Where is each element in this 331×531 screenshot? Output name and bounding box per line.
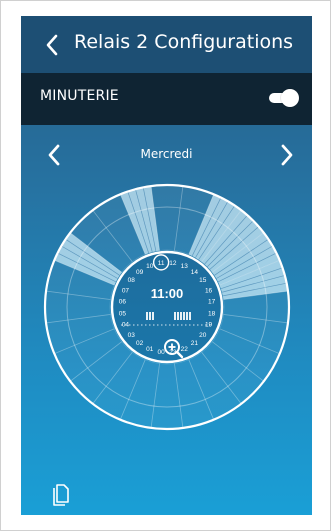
hour-label: 17 bbox=[208, 299, 216, 306]
hour-label: 03 bbox=[128, 332, 136, 339]
hour-label: 13 bbox=[181, 263, 189, 270]
hour-label: 18 bbox=[208, 310, 216, 317]
hour-label: 05 bbox=[119, 310, 127, 317]
hour-label: 15 bbox=[199, 277, 207, 284]
hour-label: 00 bbox=[158, 349, 166, 356]
hour-label: 09 bbox=[136, 269, 144, 276]
app-screen: Relais 2 Configurations MINUTERIE Mercre… bbox=[21, 16, 312, 515]
hour-label: 14 bbox=[191, 269, 199, 276]
hour-label: 11 bbox=[158, 260, 165, 267]
screenshot-frame: Relais 2 Configurations MINUTERIE Mercre… bbox=[0, 0, 331, 531]
inner-dial-face bbox=[110, 250, 224, 364]
copy-icon bbox=[53, 484, 69, 506]
hour-label: 12 bbox=[169, 260, 177, 267]
hour-label: 06 bbox=[119, 299, 127, 306]
copy-button[interactable] bbox=[51, 481, 75, 507]
hour-label: 20 bbox=[199, 332, 207, 339]
hour-label: 22 bbox=[181, 346, 189, 353]
hour-label: 07 bbox=[122, 287, 130, 294]
hour-label: 01 bbox=[146, 346, 154, 353]
hour-label: 21 bbox=[191, 340, 199, 347]
hour-label: 02 bbox=[136, 340, 144, 347]
center-time: 11:00 bbox=[151, 286, 184, 301]
hour-label: 16 bbox=[205, 287, 213, 294]
schedule-dial: 12 13141516171819202122230001020304050607… bbox=[43, 183, 291, 431]
hour-label: 08 bbox=[128, 277, 136, 284]
hour-label: 10 bbox=[146, 263, 154, 270]
